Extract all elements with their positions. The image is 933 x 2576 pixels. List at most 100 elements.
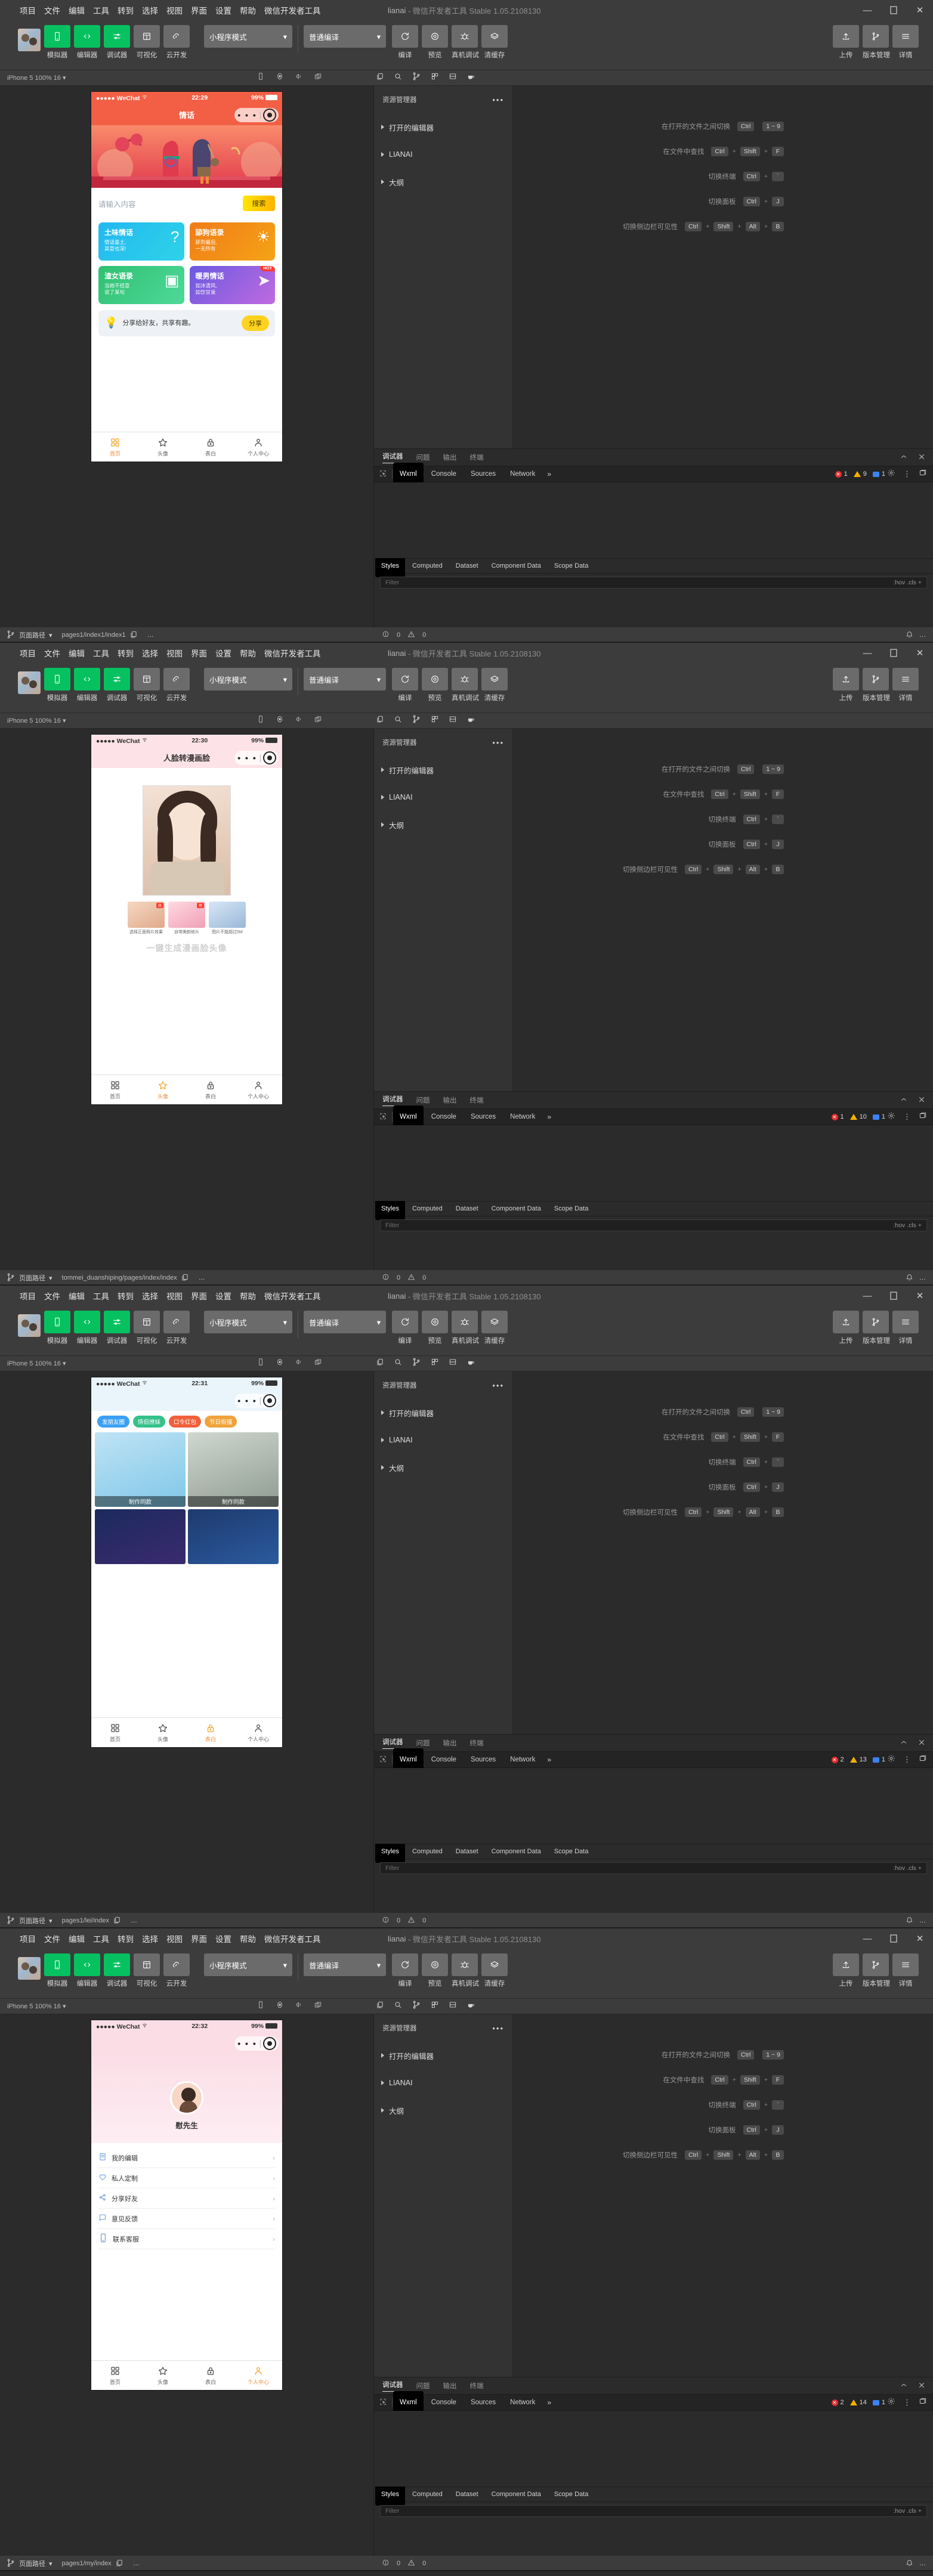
devtools-panel-调试器[interactable]: 调试器 — [382, 1737, 403, 1749]
ellipsis-icon[interactable]: … — [147, 631, 154, 639]
menu-item-设置[interactable]: 设置 — [215, 647, 231, 659]
devtools-panel-终端[interactable]: 终端 — [470, 2381, 484, 2391]
chevron-up-icon[interactable] — [900, 1095, 908, 1106]
copy-icon[interactable] — [376, 1358, 384, 1369]
bell-icon[interactable] — [906, 630, 913, 640]
devtools-panel-终端[interactable]: 终端 — [470, 1738, 484, 1748]
category-card[interactable]: 舔狗语录 舔到最后, 一无所有 ☀ — [189, 222, 275, 261]
user-avatar[interactable] — [18, 671, 41, 694]
explorer-item-大纲[interactable]: 大纲 — [374, 168, 512, 196]
explorer-item-大纲[interactable]: 大纲 — [374, 1454, 512, 1481]
tabbar-item-头像[interactable]: 头像 — [139, 2361, 187, 2390]
tabbar-item-表白[interactable]: 表白 — [187, 432, 234, 462]
grid-icon[interactable] — [431, 2001, 439, 2012]
tabbar-item-表白[interactable]: 表白 — [187, 1075, 234, 1104]
bell-icon[interactable] — [906, 1916, 913, 1925]
device-icon[interactable] — [257, 2001, 265, 2012]
styles-filter-actions[interactable]: :hov .cls + — [893, 1222, 922, 1229]
mode-select[interactable]: 小程序模式 ▾ — [204, 1953, 292, 1976]
menu-item-文件[interactable]: 文件 — [44, 1933, 60, 1945]
gear-icon[interactable] — [887, 1754, 895, 1766]
toolbar-action-真机调试[interactable]: 真机调试 — [452, 1311, 479, 1345]
menu-item-编辑[interactable]: 编辑 — [69, 4, 85, 16]
profile-menu-row[interactable]: 私人定制 › — [98, 2168, 275, 2188]
search-icon[interactable] — [394, 715, 402, 726]
maximize-icon[interactable] — [881, 643, 907, 663]
menu-item-界面[interactable]: 界面 — [191, 647, 207, 659]
devtools-panel-问题[interactable]: 问题 — [416, 1095, 430, 1105]
style-tab-Computed[interactable]: Computed — [406, 560, 449, 572]
issue-counts[interactable]: ✕ 1 9 1 — [835, 470, 889, 478]
ellipsis-icon[interactable]: … — [199, 1274, 205, 1281]
volume-icon[interactable] — [295, 1358, 303, 1369]
style-tab-Dataset[interactable]: Dataset — [450, 1846, 484, 1857]
styles-filter-actions[interactable]: :hov .cls + — [893, 2507, 922, 2515]
menu-item-选择[interactable]: 选择 — [142, 647, 158, 659]
status-problems[interactable]: 00 — [382, 2559, 426, 2568]
home-button-icon[interactable] — [276, 2001, 284, 2012]
menu-item-编辑[interactable]: 编辑 — [69, 647, 85, 659]
toolbar-button-编辑器[interactable]: 编辑器 — [74, 668, 100, 702]
grid-icon[interactable] — [431, 715, 439, 726]
maximize-icon[interactable] — [881, 0, 907, 20]
status-branch[interactable]: 页面路径 ▾ pages1/lei/index… — [0, 1915, 137, 1927]
mode-select[interactable]: 小程序模式 ▾ — [204, 25, 292, 48]
search-input[interactable]: 请输入内容 — [98, 198, 243, 209]
ellipsis-icon[interactable]: … — [919, 2560, 926, 2567]
device-select[interactable]: iPhone 5 100% 16 ▾ — [0, 2002, 66, 2010]
menu-item-项目[interactable]: 项目 — [20, 4, 36, 16]
toolbar-button-可视化[interactable]: 可视化 — [134, 25, 160, 60]
toolbar-action-真机调试[interactable]: 真机调试 — [452, 25, 479, 60]
inspect-icon[interactable] — [374, 2398, 392, 2408]
toolbar-button-云开发[interactable]: 云开发 — [163, 25, 190, 60]
styles-filter[interactable]: Filter:hov .cls + — [380, 2505, 927, 2517]
ellipsis-icon[interactable]: … — [919, 1917, 926, 1924]
minimize-icon[interactable]: — — [854, 1286, 881, 1306]
search-icon[interactable] — [394, 2001, 402, 2012]
coffee-icon[interactable] — [466, 1358, 475, 1369]
dock-icon[interactable] — [919, 469, 927, 480]
devtools-panel-问题[interactable]: 问题 — [416, 1738, 430, 1748]
ellipsis-icon[interactable]: … — [133, 2560, 140, 2567]
toolbar-action-编译[interactable]: 编译 — [392, 25, 418, 60]
rotate-icon[interactable] — [314, 72, 322, 83]
bell-icon[interactable] — [906, 2559, 913, 2568]
category-card[interactable]: HOT 暖男情话 如沐清风, 如饮甘泉 ➤ — [189, 266, 275, 304]
menu-item-项目[interactable]: 项目 — [20, 647, 36, 659]
search-icon[interactable] — [394, 72, 402, 83]
toolbar-action-预览[interactable]: 预览 — [422, 1311, 448, 1345]
explorer-item-LIANAI[interactable]: LIANAI — [374, 2069, 512, 2097]
explorer-item-LIANAI[interactable]: LIANAI — [374, 1426, 512, 1454]
style-tab-Scope Data[interactable]: Scope Data — [548, 560, 594, 572]
devtools-panel-调试器[interactable]: 调试器 — [382, 451, 403, 463]
category-card[interactable]: 土味情话 情话虽土, 其意也深!? — [98, 222, 184, 261]
toolbar-right-上传[interactable]: 上传 — [833, 25, 859, 60]
inspect-icon[interactable] — [374, 469, 392, 479]
device-icon[interactable] — [257, 1358, 265, 1369]
devtools-panel-输出[interactable]: 输出 — [443, 1738, 457, 1748]
tabbar-item-头像[interactable]: 头像 — [139, 1718, 187, 1747]
toolbar-button-云开发[interactable]: 云开发 — [163, 1311, 190, 1345]
inspect-icon[interactable] — [374, 1112, 392, 1122]
menu-item-工具[interactable]: 工具 — [93, 4, 109, 16]
filter-chip[interactable]: 口令红包 — [169, 1416, 202, 1428]
styles-filter-actions[interactable]: :hov .cls + — [893, 579, 922, 586]
capsule-target-icon[interactable] — [263, 109, 276, 122]
grid-icon[interactable] — [431, 72, 439, 83]
tabbar-item-个人中心[interactable]: 个人中心 — [234, 432, 282, 462]
dock-icon[interactable] — [919, 1754, 927, 1766]
devtools-panel-输出[interactable]: 输出 — [443, 453, 457, 462]
toolbar-right-上传[interactable]: 上传 — [833, 1953, 859, 1988]
toolbar-action-编译[interactable]: 编译 — [392, 668, 418, 702]
bell-icon[interactable] — [906, 1273, 913, 1283]
volume-icon[interactable] — [295, 715, 303, 726]
toolbar-action-真机调试[interactable]: 真机调试 — [452, 1953, 479, 1988]
minimize-icon[interactable]: — — [854, 1928, 881, 1949]
volume-icon[interactable] — [295, 2001, 303, 2012]
preview-photo[interactable] — [143, 785, 231, 896]
devtools-panel-调试器[interactable]: 调试器 — [382, 1094, 403, 1106]
tabbar-item-头像[interactable]: 头像 — [139, 432, 187, 462]
profile-menu-row[interactable]: 意见反馈 › — [98, 2209, 275, 2229]
toolbar-button-云开发[interactable]: 云开发 — [163, 1953, 190, 1988]
wechat-capsule[interactable]: • • • — [234, 2036, 279, 2051]
